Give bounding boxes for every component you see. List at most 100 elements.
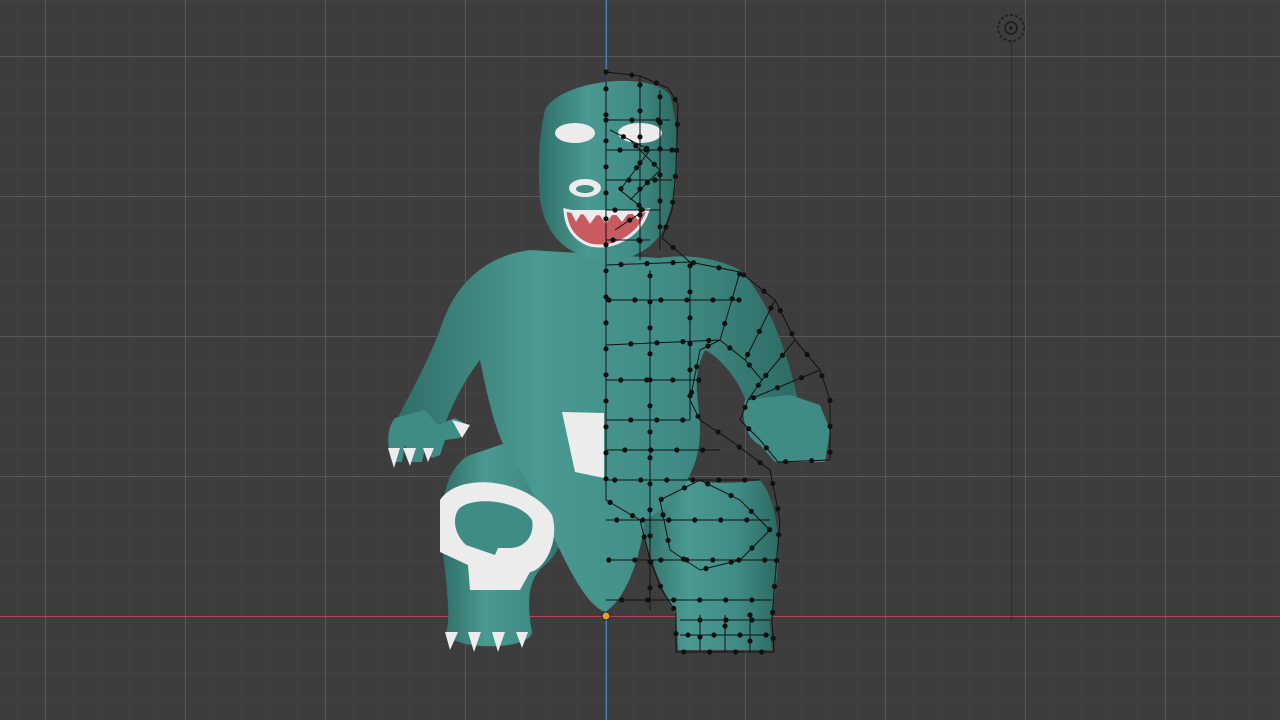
mesh-vertex[interactable] <box>647 533 653 539</box>
mesh-vertex[interactable] <box>644 145 650 151</box>
mesh-vertex[interactable] <box>757 460 763 466</box>
3d-viewport[interactable] <box>0 0 1280 720</box>
mesh-vertex[interactable] <box>749 597 755 603</box>
mesh-vertex[interactable] <box>776 532 782 538</box>
mesh-vertex[interactable] <box>618 261 624 268</box>
mesh-vertex[interactable] <box>723 617 729 623</box>
mesh-vertex[interactable] <box>774 557 780 564</box>
mesh-vertex[interactable] <box>759 649 765 655</box>
mesh-vertex[interactable] <box>603 86 609 92</box>
mesh-vertex[interactable] <box>745 351 751 358</box>
mesh-vertex[interactable] <box>747 638 753 644</box>
mesh-vertex[interactable] <box>603 398 609 404</box>
mesh-vertex[interactable] <box>670 260 676 266</box>
mesh-vertex[interactable] <box>770 635 776 641</box>
mesh-vertex[interactable] <box>798 375 805 381</box>
mesh-vertex[interactable] <box>681 485 688 491</box>
mesh-vertex[interactable] <box>673 631 679 637</box>
mesh-vertex[interactable] <box>603 190 609 196</box>
mesh-vertex[interactable] <box>705 481 711 487</box>
mesh-vertex[interactable] <box>770 609 776 616</box>
mesh-vertex[interactable] <box>627 217 633 223</box>
mesh-vertex[interactable] <box>629 72 635 78</box>
mesh-vertex[interactable] <box>620 134 627 140</box>
mesh-vertex[interactable] <box>603 216 609 222</box>
mesh-vertex[interactable] <box>663 224 669 230</box>
mesh-vertex[interactable] <box>746 426 752 432</box>
mesh-vertex[interactable] <box>728 559 734 565</box>
mesh-vertex[interactable] <box>697 634 703 640</box>
mesh-vertex[interactable] <box>647 351 653 357</box>
mesh-vertex[interactable] <box>763 372 769 378</box>
mesh-vertex[interactable] <box>603 372 609 378</box>
mesh-vertex[interactable] <box>695 413 701 419</box>
mesh-vertex[interactable] <box>681 649 687 655</box>
mesh-vertex[interactable] <box>606 557 612 563</box>
mesh-vertex[interactable] <box>637 108 643 114</box>
character-model[interactable] <box>388 80 830 652</box>
mesh-vertex[interactable] <box>685 632 691 638</box>
mesh-vertex[interactable] <box>737 632 743 638</box>
mesh-vertex[interactable] <box>827 449 833 455</box>
mesh-vertex[interactable] <box>648 447 654 453</box>
mesh-vertex[interactable] <box>705 343 711 349</box>
mesh-vertex[interactable] <box>637 186 643 192</box>
mesh-vertex[interactable] <box>736 444 742 450</box>
mesh-vertex[interactable] <box>629 513 636 519</box>
mesh-vertex[interactable] <box>670 244 676 250</box>
mesh-vertex[interactable] <box>690 477 696 483</box>
mesh-vertex[interactable] <box>733 649 739 655</box>
mesh-vertex[interactable] <box>603 164 609 170</box>
mesh-vertex[interactable] <box>722 321 728 327</box>
mesh-vertex[interactable] <box>687 263 693 269</box>
mesh-vertex[interactable] <box>657 146 663 152</box>
mesh-vertex[interactable] <box>779 352 786 358</box>
mesh-vertex[interactable] <box>647 429 653 435</box>
mesh-vertex[interactable] <box>736 271 743 277</box>
mesh-vertex[interactable] <box>774 385 781 391</box>
mesh-vertex[interactable] <box>637 212 643 218</box>
mesh-vertex[interactable] <box>628 341 634 347</box>
mesh-vertex[interactable] <box>672 173 679 179</box>
mesh-vertex[interactable] <box>710 297 716 303</box>
mesh-vertex[interactable] <box>603 112 609 118</box>
mesh-vertex[interactable] <box>809 458 815 464</box>
mesh-vertex[interactable] <box>707 649 713 655</box>
mesh-vertex[interactable] <box>755 382 762 388</box>
mesh-vertex[interactable] <box>628 417 634 423</box>
mesh-vertex[interactable] <box>716 477 722 483</box>
mesh-vertex[interactable] <box>665 537 671 544</box>
mesh-vertex[interactable] <box>700 447 706 453</box>
mesh-vertex[interactable] <box>654 417 660 423</box>
mesh-vertex[interactable] <box>697 597 703 603</box>
mesh-vertex[interactable] <box>672 96 678 102</box>
mesh-vertex[interactable] <box>746 362 752 368</box>
mesh-vertex[interactable] <box>827 423 833 429</box>
mesh-vertex[interactable] <box>756 328 763 334</box>
mesh-vertex[interactable] <box>697 617 703 623</box>
mesh-vertex[interactable] <box>771 583 778 590</box>
mesh-vertex[interactable] <box>716 265 722 271</box>
mesh-vertex[interactable] <box>706 337 712 344</box>
mesh-vertex[interactable] <box>618 377 624 383</box>
mesh-vertex[interactable] <box>652 177 658 183</box>
mesh-vertex[interactable] <box>660 512 666 518</box>
mesh-vertex[interactable] <box>657 172 663 178</box>
mesh-vertex[interactable] <box>749 545 755 551</box>
mesh-vertex[interactable] <box>647 559 653 565</box>
mesh-vertex[interactable] <box>680 339 686 345</box>
mesh-vertex[interactable] <box>658 297 664 303</box>
mesh-vertex[interactable] <box>742 477 748 483</box>
mesh-vertex[interactable] <box>827 397 833 403</box>
mesh-vertex[interactable] <box>647 481 653 487</box>
mesh-vertex[interactable] <box>658 496 664 502</box>
mesh-vertex[interactable] <box>638 477 644 483</box>
mesh-vertex[interactable] <box>637 160 643 166</box>
mesh-vertex[interactable] <box>664 477 670 483</box>
mesh-vertex[interactable] <box>622 447 628 453</box>
mesh-vertex[interactable] <box>619 597 625 603</box>
mesh-vertex[interactable] <box>703 565 709 572</box>
mesh-vertex[interactable] <box>728 492 734 499</box>
mesh-vertex[interactable] <box>657 198 663 204</box>
mesh-vertex[interactable] <box>670 377 676 383</box>
